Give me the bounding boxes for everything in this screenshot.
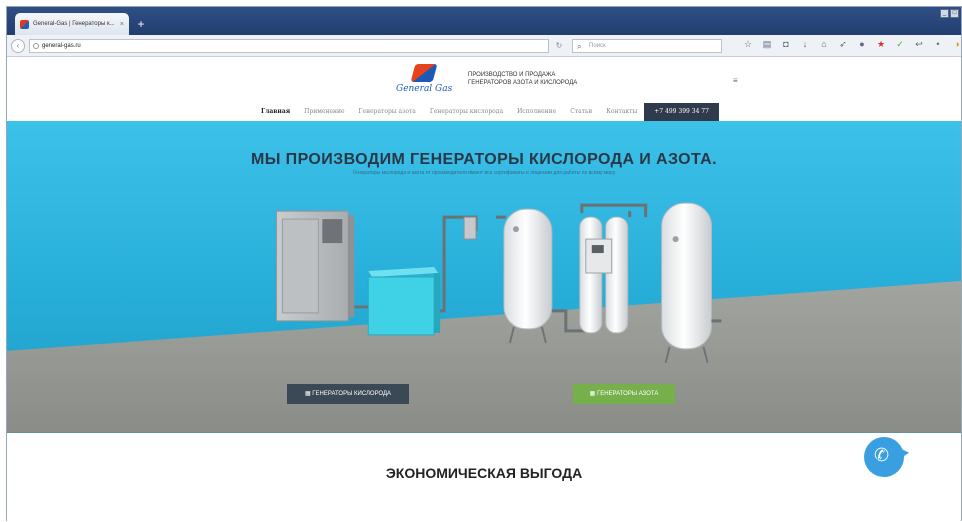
site-favicon-icon [20,19,29,29]
addon-red-icon[interactable]: ★ [876,39,886,49]
star-icon[interactable]: ☆ [743,39,753,49]
nav-item-application[interactable]: Применение [297,103,351,121]
window-controls: _ □ [940,9,959,18]
header-menu-icon[interactable]: ≡ [733,76,738,85]
back-arrow-icon[interactable]: ‹ [11,39,25,53]
browser-toolbar: ‹ general-gas.ru ↻ ⌕ Поиск ☆ ▤ ◘ ↓ ⌂ ➶ ●… [7,35,961,57]
compressor-unit [367,267,441,336]
hero-subtitle: Генераторы кислорода и азота от производ… [352,170,616,176]
oxygen-generators-button[interactable]: ▦ ГЕНЕРАТОРЫ КИСЛОРОДА [287,384,409,404]
nav-item-home[interactable]: Главная [254,103,297,121]
reload-icon[interactable]: ↻ [552,39,566,53]
nitrogen-button-label: ГЕНЕРАТОРЫ АЗОТА [596,391,659,397]
site-header: General Gas ПРОИЗВОДСТВО И ПРОДАЖА ГЕНЕР… [7,58,961,102]
nav-item-articles[interactable]: Статьи [563,103,599,121]
minimize-button[interactable]: _ [940,9,949,18]
search-icon: ⌕ [577,42,582,51]
benefits-section: ЭКОНОМИЧЕСКАЯ ВЫГОДА [7,434,961,522]
browser-window: General-Gas | Генераторы к... × + _ □ ‹ … [6,6,962,522]
nav-phone[interactable]: +7 499 399 34 77 [644,103,719,121]
tab-bar: General-Gas | Генераторы к... × + _ □ [7,7,961,35]
nav-item-oxygen-generators[interactable]: Генераторы кислорода [423,103,510,121]
hero-banner: МЫ ПРОИЗВОДИМ ГЕНЕРАТОРЫ КИСЛОРОДА И АЗО… [7,121,961,433]
chat-icon[interactable]: ● [857,39,867,49]
floor-surface [7,280,961,433]
tagline: ПРОИЗВОДСТВО И ПРОДАЖА ГЕНЕРАТОРОВ АЗОТА… [468,71,577,87]
site-identity-icon[interactable] [33,43,39,49]
search-bar[interactable]: ⌕ Поиск [572,39,722,53]
tab-title: General-Gas | Генераторы к... [33,21,115,27]
nitrogen-generators-button[interactable]: ▦ ГЕНЕРАТОРЫ АЗОТА [573,384,675,404]
browser-tab[interactable]: General-Gas | Генераторы к... × [15,13,129,35]
pocket-icon[interactable]: ◘ [781,39,791,49]
search-placeholder: Поиск [589,43,606,49]
main-nav: Главная Применение Генераторы азота Гене… [254,103,719,121]
section-title: ЭКОНОМИЧЕСКАЯ ВЫГОДА [385,465,583,481]
logo-text[interactable]: General Gas [396,84,452,94]
addon-green-icon[interactable]: ✓ [895,39,905,49]
download-icon[interactable]: ↓ [800,39,810,49]
logo-icon[interactable] [410,64,438,82]
oxygen-button-label: ГЕНЕРАТОРЫ КИСЛОРОДА [312,391,392,397]
toolbar-icons: ☆ ▤ ◘ ↓ ⌂ ➶ ● ★ ✓ ↩ • ◑ ≡ [743,39,962,49]
new-tab-button[interactable]: + [133,17,149,31]
addon-dot-icon[interactable]: • [933,39,943,49]
send-icon[interactable]: ➶ [838,39,848,49]
hero-title: МЫ ПРОИЗВОДИМ ГЕНЕРАТОРЫ КИСЛОРОДА И АЗО… [251,151,717,168]
bookmarks-icon[interactable]: ▤ [762,39,772,49]
filter-unit [463,216,477,240]
generator-cabinet [275,210,355,322]
grid-icon: ▦ [589,391,597,397]
nav-item-nitrogen-generators[interactable]: Генераторы азота [352,103,423,121]
tab-close-icon[interactable]: × [120,21,124,28]
tagline-line2: ГЕНЕРАТОРОВ АЗОТА И КИСЛОРОДА [468,80,578,86]
nav-item-execution[interactable]: Исполнение [510,103,563,121]
home-icon[interactable]: ⌂ [819,39,829,49]
addon-arrow-icon[interactable]: ↩ [914,39,924,49]
maximize-button[interactable]: □ [950,9,959,18]
tagline-line1: ПРОИЗВОДСТВО И ПРОДАЖА [468,72,556,78]
addon-globe-icon[interactable]: ◑ [952,39,962,49]
phone-icon[interactable]: ✆ [874,445,889,466]
receiver-tank-left [503,208,553,344]
address-bar[interactable]: general-gas.ru [29,39,549,53]
address-url: general-gas.ru [42,43,81,49]
nav-item-contacts[interactable]: Контакты [599,103,644,121]
web-page: General Gas ПРОИЗВОДСТВО И ПРОДАЖА ГЕНЕР… [7,58,961,522]
